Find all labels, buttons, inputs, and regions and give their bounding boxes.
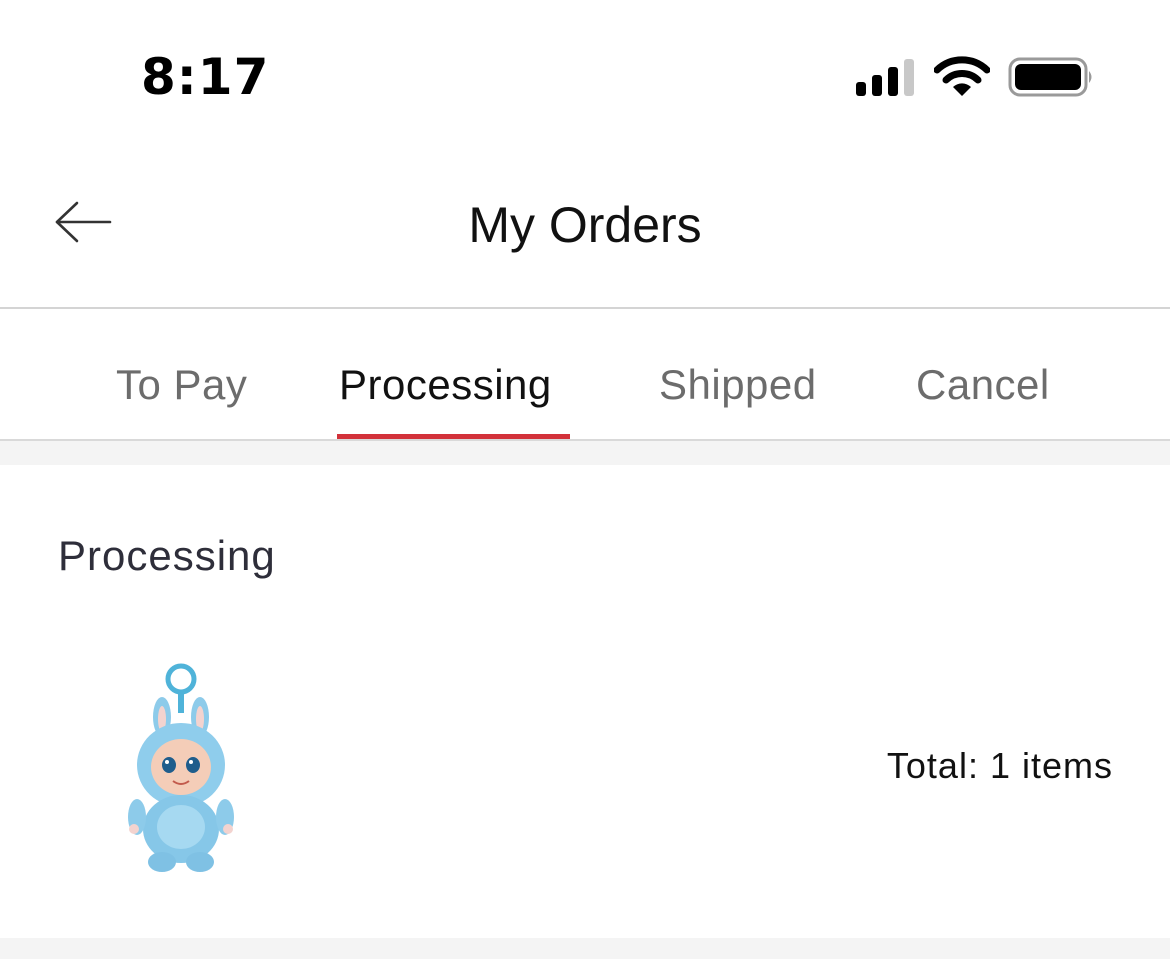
signal-icon <box>856 59 914 96</box>
tab-processing[interactable]: Processing <box>339 361 552 409</box>
status-time: 8:17 <box>141 48 270 106</box>
section-divider <box>0 441 1170 465</box>
active-tab-indicator <box>337 434 570 439</box>
order-tabs: To Pay Processing Shipped Cancel <box>0 309 1170 441</box>
wifi-icon <box>934 56 990 96</box>
tab-shipped[interactable]: Shipped <box>659 361 817 409</box>
order-status: Processing <box>58 532 276 579</box>
nav-header: My Orders <box>0 150 1170 309</box>
order-card[interactable]: Processing Total: 1 items <box>0 465 1170 938</box>
order-total: Total: 1 items <box>886 745 1113 786</box>
tab-cancel[interactable]: Cancel <box>916 361 1050 409</box>
battery-icon <box>1008 57 1092 97</box>
status-bar: 8:17 <box>0 0 1170 150</box>
tab-to-pay[interactable]: To Pay <box>116 361 247 409</box>
section-divider-bottom <box>0 938 1170 959</box>
page-title: My Orders <box>468 197 702 253</box>
product-image[interactable] <box>118 657 248 877</box>
